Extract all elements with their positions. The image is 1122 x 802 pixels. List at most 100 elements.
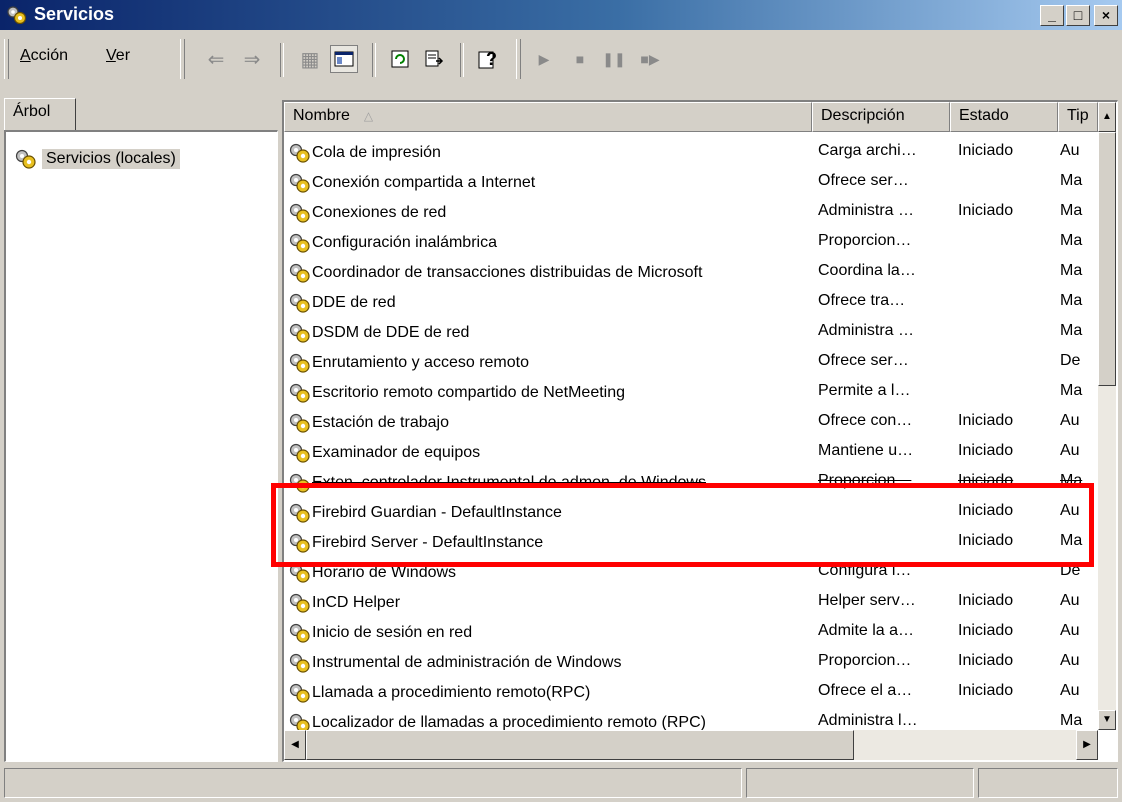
- service-name: Llamada a procedimiento remoto(RPC): [312, 684, 591, 701]
- service-description: Administra …: [818, 202, 915, 219]
- forward-arrow-icon[interactable]: ⇒: [238, 45, 266, 73]
- service-description: Ofrece ser…: [818, 352, 909, 369]
- show-hide-tree-icon[interactable]: [330, 45, 358, 73]
- service-name-cell: DSDM de DDE de red: [288, 322, 810, 344]
- service-name-cell: Cola de impresión: [288, 142, 810, 164]
- tree-panel-icon: [334, 51, 354, 67]
- service-description: Administra …: [818, 322, 915, 339]
- service-startup-type: Ma: [1060, 322, 1083, 339]
- table-row[interactable]: Conexión compartida a Internet Ofrece ser…: [284, 168, 1098, 198]
- start-service-icon[interactable]: ▶: [530, 45, 558, 73]
- service-startup-type: Ma: [1060, 382, 1083, 399]
- service-name: Cola de impresión: [312, 144, 441, 161]
- scroll-right-button[interactable]: ▶: [1076, 730, 1098, 760]
- service-name-cell: Estación de trabajo: [288, 412, 810, 434]
- service-name: Estación de trabajo: [312, 414, 449, 431]
- service-gear-icon: [289, 653, 310, 673]
- service-description: Ofrece con…: [818, 412, 913, 429]
- minimize-button[interactable]: _: [1040, 5, 1064, 26]
- up-folder-icon[interactable]: ▦: [296, 45, 324, 73]
- service-startup-type: Au: [1060, 652, 1080, 669]
- table-row[interactable]: Escritorio remoto compartido de NetMeeti…: [284, 378, 1098, 408]
- table-row[interactable]: Coordinador de transacciones distribuida…: [284, 258, 1098, 288]
- service-name-cell: DDE de red: [288, 292, 810, 314]
- toolbar-grip[interactable]: [180, 39, 185, 79]
- table-row[interactable]: Conexiones de red Administra … Iniciado Ma: [284, 198, 1098, 228]
- export-glyph: [425, 50, 444, 67]
- service-gear-icon: [289, 413, 310, 433]
- service-name-cell: InCD Helper: [288, 592, 810, 614]
- services-window: Servicios _ □ × Acción Ver ⇐ ⇒ ▦ ? ▶ ■ ❚…: [0, 0, 1122, 802]
- service-name: Escritorio remoto compartido de NetMeeti…: [312, 384, 626, 401]
- table-row[interactable]: DDE de red Ofrece tra… Ma: [284, 288, 1098, 318]
- column-header-label: Nombre: [293, 107, 350, 124]
- toolbar-grip[interactable]: [516, 39, 521, 79]
- status-bar-main: [4, 768, 742, 798]
- table-row[interactable]: Examinador de equipos Mantiene u… Iniciado…: [284, 438, 1098, 468]
- table-row[interactable]: Estación de trabajo Ofrece con… Iniciado Au: [284, 408, 1098, 438]
- service-description: Carga archi…: [818, 142, 917, 159]
- service-name-cell: Inicio de sesión en red: [288, 622, 810, 644]
- table-row[interactable]: DSDM de DDE de red Administra … Ma: [284, 318, 1098, 348]
- table-row[interactable]: Enrutamiento y acceso remoto Ofrece ser… D…: [284, 348, 1098, 378]
- service-description: Helper serv…: [818, 592, 916, 609]
- service-description: Permite a l…: [818, 382, 911, 399]
- service-description: Ofrece el a…: [818, 682, 913, 699]
- service-startup-type: Ma: [1060, 292, 1083, 309]
- scroll-left-button[interactable]: ◀: [284, 730, 306, 760]
- horizontal-scrollbar[interactable]: ◀ ▶: [284, 730, 1098, 760]
- svg-text:?: ?: [486, 49, 497, 69]
- service-gear-icon: [289, 683, 310, 703]
- table-row[interactable]: Cola de impresión Carga archi… Iniciado Au: [284, 138, 1098, 168]
- refresh-glyph: [391, 50, 409, 68]
- service-gear-icon: [289, 263, 310, 283]
- table-row[interactable]: Instrumental de administración de Window…: [284, 648, 1098, 678]
- menu-ver[interactable]: Ver: [106, 47, 130, 65]
- service-startup-type: Ma: [1060, 712, 1083, 729]
- tree-item-label: Servicios (locales): [42, 149, 180, 169]
- toolbar-grip[interactable]: [4, 39, 9, 79]
- service-startup-type: Au: [1060, 412, 1080, 429]
- stop-service-icon[interactable]: ■: [566, 45, 594, 73]
- service-name: Enrutamiento y acceso remoto: [312, 354, 529, 371]
- toolbar-separator: [372, 43, 376, 77]
- table-row[interactable]: Configuración inalámbrica Proporcion… Ma: [284, 228, 1098, 258]
- refresh-icon[interactable]: [386, 45, 414, 73]
- menu-accion[interactable]: Acción: [20, 47, 68, 65]
- service-status: Iniciado: [958, 142, 1014, 159]
- tab-arbol[interactable]: Árbol: [4, 98, 76, 130]
- table-row[interactable]: Inicio de sesión en red Admite la a… Inici…: [284, 618, 1098, 648]
- service-description: Coordina la…: [818, 262, 916, 279]
- vertical-scrollbar[interactable]: ▲ ▼: [1098, 102, 1116, 730]
- restart-service-icon[interactable]: ■▶: [636, 45, 664, 73]
- column-header-descripcion[interactable]: Descripción: [812, 102, 950, 132]
- help-icon[interactable]: ?: [474, 45, 502, 73]
- back-arrow-icon[interactable]: ⇐: [202, 45, 230, 73]
- column-header-estado[interactable]: Estado: [950, 102, 1058, 132]
- scroll-down-button[interactable]: ▼: [1098, 710, 1116, 730]
- export-list-icon[interactable]: [420, 45, 448, 73]
- toolbar-separator: [460, 43, 464, 77]
- menu-accion-mnemonic: A: [20, 47, 31, 64]
- service-name: Conexión compartida a Internet: [312, 174, 536, 191]
- service-description: Proporcion…: [818, 652, 912, 669]
- scroll-up-button[interactable]: ▲: [1098, 102, 1116, 132]
- close-button[interactable]: ×: [1094, 5, 1118, 26]
- title-bar[interactable]: Servicios _ □ ×: [0, 0, 1122, 30]
- table-row[interactable]: Llamada a procedimiento remoto(RPC) Ofrec…: [284, 678, 1098, 708]
- service-description: Ofrece tra…: [818, 292, 906, 309]
- service-name-cell: Instrumental de administración de Window…: [288, 652, 810, 674]
- horizontal-scroll-thumb[interactable]: [306, 730, 854, 760]
- service-startup-type: Ma: [1060, 262, 1083, 279]
- service-gear-icon: [289, 443, 310, 463]
- column-header-tipo[interactable]: Tip: [1058, 102, 1098, 132]
- vertical-scroll-thumb[interactable]: [1098, 132, 1116, 386]
- service-startup-type: Ma: [1060, 202, 1083, 219]
- pause-service-icon[interactable]: ❚❚: [600, 45, 628, 73]
- table-row[interactable]: InCD Helper Helper serv… Iniciado Au: [284, 588, 1098, 618]
- service-startup-type: Au: [1060, 622, 1080, 639]
- column-header-nombre[interactable]: Nombre △: [284, 102, 812, 132]
- menu-ver-rest: er: [115, 47, 131, 64]
- tree-item-servicios-locales[interactable]: Servicios (locales): [14, 148, 180, 170]
- maximize-button[interactable]: □: [1066, 5, 1090, 26]
